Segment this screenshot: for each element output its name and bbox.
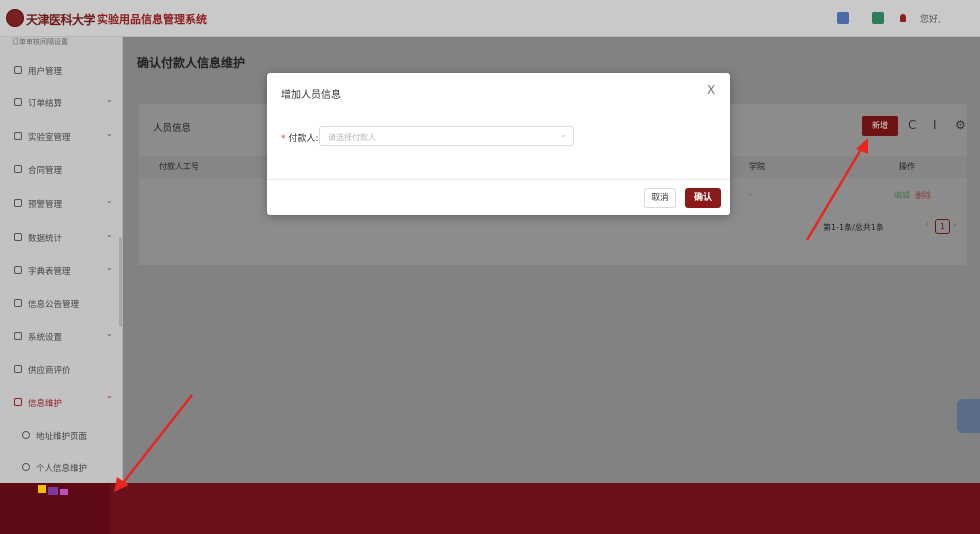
close-icon[interactable]: X: [707, 83, 715, 97]
school-name: 天津医科大学: [26, 13, 96, 27]
chevron-down-icon: ⌄: [106, 263, 113, 272]
sidebar-item-label: 信息公告管理: [28, 300, 80, 310]
column-header-actions: 操作: [899, 162, 915, 171]
confirm-button[interactable]: 确认: [685, 188, 721, 208]
column-height-icon[interactable]: I: [933, 118, 937, 132]
bell-icon: [14, 299, 22, 307]
circle-icon: [22, 431, 30, 439]
warning-icon: [14, 199, 22, 207]
sidebar-item-statistics[interactable]: 数据统计 ⌄: [0, 225, 122, 251]
pagination-prev[interactable]: ‹: [925, 220, 929, 230]
sidebar-item-label: 供应商评价: [28, 366, 71, 376]
pagination-summary: 第1-1条/总共1条: [823, 223, 884, 232]
sidebar-item-lab-management[interactable]: 实验室管理 ⌄: [0, 124, 122, 150]
sidebar-item-system-settings[interactable]: 系统设置 ⌄: [0, 324, 122, 350]
sidebar-item-label: 个人信息维护: [36, 464, 88, 474]
chevron-down-icon: ⌄: [106, 95, 113, 104]
card-title: 人员信息: [153, 123, 192, 134]
system-title: 实验用品信息管理系统: [97, 13, 207, 26]
sidebar: 订单审核间隔设置 用户管理 订单结算 ⌄ 实验室管理 ⌄ 合同管理 预警管理 ⌄…: [0, 37, 123, 483]
settings-icon: [14, 332, 22, 340]
modal-title: 增加人员信息: [281, 90, 341, 101]
add-new-button[interactable]: 新增: [862, 116, 898, 136]
user-greeting[interactable]: 您好,: [920, 12, 941, 25]
sidebar-item-label: 订单结算: [28, 99, 63, 109]
sidebar-scrollbar[interactable]: [119, 237, 122, 327]
chevron-down-icon: ⌄: [106, 196, 113, 205]
sidebar-item-info-maintenance[interactable]: 信息维护 ⌃: [0, 390, 122, 416]
sidebar-item-label: 字典表管理: [28, 267, 71, 277]
sidebar-item-user-management[interactable]: 用户管理: [0, 58, 122, 84]
info-icon: [14, 398, 22, 406]
footer: [0, 483, 980, 534]
payer-label-text: 付款人:: [288, 134, 319, 144]
chart-icon: [14, 233, 22, 241]
star-icon: [14, 365, 22, 373]
delete-link[interactable]: 删除: [915, 190, 931, 201]
sidebar-item-label: 预警管理: [28, 200, 63, 210]
payer-select-placeholder: 请选择付款人: [328, 133, 376, 142]
sidebar-item-partial[interactable]: 订单审核间隔设置: [12, 37, 68, 47]
pagination-next[interactable]: ›: [953, 220, 957, 230]
sidebar-item-label: 数据统计: [28, 234, 63, 244]
document-icon: [14, 165, 22, 173]
top-header: 天津医科大学 实验用品信息管理系统 您好,: [0, 0, 980, 37]
chevron-down-icon: ⌄: [560, 130, 567, 139]
sidebar-item-order-settlement[interactable]: 订单结算 ⌄: [0, 90, 122, 116]
add-person-modal: 增加人员信息 X * 付款人: 请选择付款人 ⌄ 取消 确认: [267, 73, 730, 215]
home-icon[interactable]: [872, 12, 884, 24]
notification-icon[interactable]: [900, 14, 906, 22]
floating-helper-button[interactable]: [957, 399, 980, 433]
column-header-payer-id: 付款人工号: [159, 162, 199, 171]
settings-icon[interactable]: ⚙: [955, 118, 966, 132]
location-icon: [14, 132, 22, 140]
table-cell-college: -: [749, 190, 752, 199]
sidebar-item-label: 系统设置: [28, 333, 63, 343]
sidebar-item-label: 合同管理: [28, 166, 63, 176]
payer-field-label: * 付款人:: [281, 131, 318, 144]
page-title: 确认付款人信息维护: [137, 56, 246, 70]
sidebar-subitem-personal-info[interactable]: 个人信息维护: [0, 455, 122, 481]
cart-icon[interactable]: [837, 12, 849, 24]
school-logo-icon: [6, 9, 24, 27]
circle-icon: [22, 463, 30, 471]
chevron-down-icon: ⌄: [106, 329, 113, 338]
book-icon: [14, 266, 22, 274]
required-mark: *: [281, 134, 286, 144]
chevron-down-icon: ⌄: [106, 129, 113, 138]
sidebar-item-label: 实验室管理: [28, 133, 71, 143]
chevron-down-icon: ⌄: [106, 230, 113, 239]
sidebar-item-label: 信息维护: [28, 399, 63, 409]
modal-divider: [267, 179, 730, 180]
sidebar-item-supplier-evaluation[interactable]: 供应商评价: [0, 357, 122, 383]
sidebar-item-announcements[interactable]: 信息公告管理: [0, 291, 122, 317]
user-icon: [14, 66, 22, 74]
payer-select[interactable]: 请选择付款人 ⌄: [319, 126, 574, 146]
sidebar-item-warning-management[interactable]: 预警管理 ⌄: [0, 191, 122, 217]
pagination-page[interactable]: 1: [935, 219, 950, 234]
chevron-up-icon: ⌃: [106, 395, 113, 404]
refresh-icon[interactable]: C: [908, 118, 916, 132]
cancel-button[interactable]: 取消: [644, 188, 676, 208]
sidebar-item-contract-management[interactable]: 合同管理: [0, 157, 122, 183]
sidebar-item-dictionary[interactable]: 字典表管理 ⌄: [0, 258, 122, 284]
sidebar-subitem-address[interactable]: 地址维护页面: [0, 423, 122, 449]
edit-link[interactable]: 编辑: [894, 190, 910, 201]
clock-icon: [14, 98, 22, 106]
column-header-college: 学院: [749, 162, 765, 171]
render-artifact: [38, 485, 78, 495]
sidebar-item-label: 地址维护页面: [36, 432, 88, 442]
sidebar-item-label: 用户管理: [28, 67, 63, 77]
